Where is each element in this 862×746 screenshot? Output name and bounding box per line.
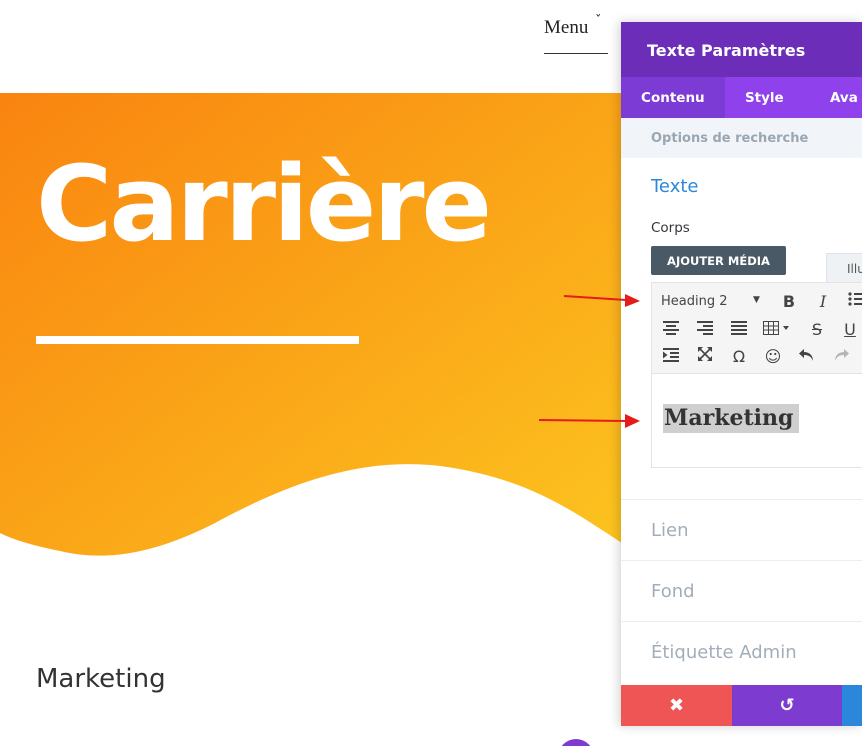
undo-button[interactable]: ↺ bbox=[732, 685, 842, 726]
format-select[interactable]: Heading 2 bbox=[661, 294, 728, 309]
floating-action-button[interactable] bbox=[558, 739, 594, 746]
tab-style[interactable]: Style bbox=[725, 77, 804, 118]
page-section-heading: Marketing bbox=[36, 664, 166, 694]
table-icon[interactable] bbox=[762, 319, 794, 341]
tab-content[interactable]: Contenu bbox=[621, 77, 725, 118]
add-media-button[interactable]: AJOUTER MÉDIA bbox=[651, 246, 786, 275]
panel-title: Texte Paramètres bbox=[621, 22, 862, 77]
panel-tabs: Contenu Style Ava bbox=[621, 77, 862, 118]
toggle-background[interactable]: Fond bbox=[621, 560, 862, 621]
hero-divider bbox=[36, 336, 359, 344]
italic-icon[interactable]: I bbox=[812, 291, 834, 313]
options-search-input[interactable]: Options de recherche bbox=[621, 118, 862, 158]
settings-panel: Texte Paramètres Contenu Style Ava Optio… bbox=[621, 22, 862, 726]
align-justify-icon[interactable] bbox=[728, 319, 750, 341]
body-label: Corps bbox=[651, 220, 690, 236]
underline-icon[interactable]: U bbox=[839, 319, 861, 341]
cancel-button[interactable]: ✖ bbox=[621, 685, 732, 726]
emoji-icon[interactable]: ☺ bbox=[762, 346, 784, 368]
editor-selected-heading[interactable]: Marketing bbox=[663, 404, 800, 433]
toggle-admin-label[interactable]: Étiquette Admin bbox=[621, 621, 862, 682]
strikethrough-icon[interactable]: S bbox=[806, 319, 828, 341]
bullet-list-icon[interactable] bbox=[845, 291, 862, 313]
redo-icon[interactable] bbox=[830, 346, 852, 368]
special-character-icon[interactable]: Ω bbox=[728, 346, 750, 368]
nav-menu[interactable]: Menu ˇ bbox=[544, 14, 608, 54]
hero-title: Carrière bbox=[36, 143, 492, 265]
chevron-down-icon: ˇ bbox=[595, 14, 602, 29]
save-button[interactable] bbox=[842, 685, 862, 726]
fullscreen-icon[interactable] bbox=[694, 346, 716, 368]
rich-text-editor[interactable]: Marketing bbox=[651, 374, 862, 468]
undo-icon[interactable] bbox=[796, 346, 818, 368]
section-title-text[interactable]: Texte bbox=[651, 176, 698, 197]
nav-menu-label: Menu bbox=[544, 17, 589, 38]
tab-advanced[interactable]: Ava bbox=[804, 77, 862, 118]
editor-mode-tab[interactable]: Illu bbox=[826, 253, 862, 283]
indent-icon[interactable] bbox=[660, 346, 682, 368]
editor-toolbar: Heading 2 ▼ B I S U Ω ☺ bbox=[651, 282, 862, 374]
caret-down-icon: ▼ bbox=[753, 295, 760, 305]
toggle-link[interactable]: Lien bbox=[621, 499, 862, 560]
align-center-icon[interactable] bbox=[660, 319, 682, 341]
panel-footer: ✖ ↺ bbox=[621, 685, 862, 726]
bold-icon[interactable]: B bbox=[778, 291, 800, 313]
align-right-icon[interactable] bbox=[694, 319, 716, 341]
